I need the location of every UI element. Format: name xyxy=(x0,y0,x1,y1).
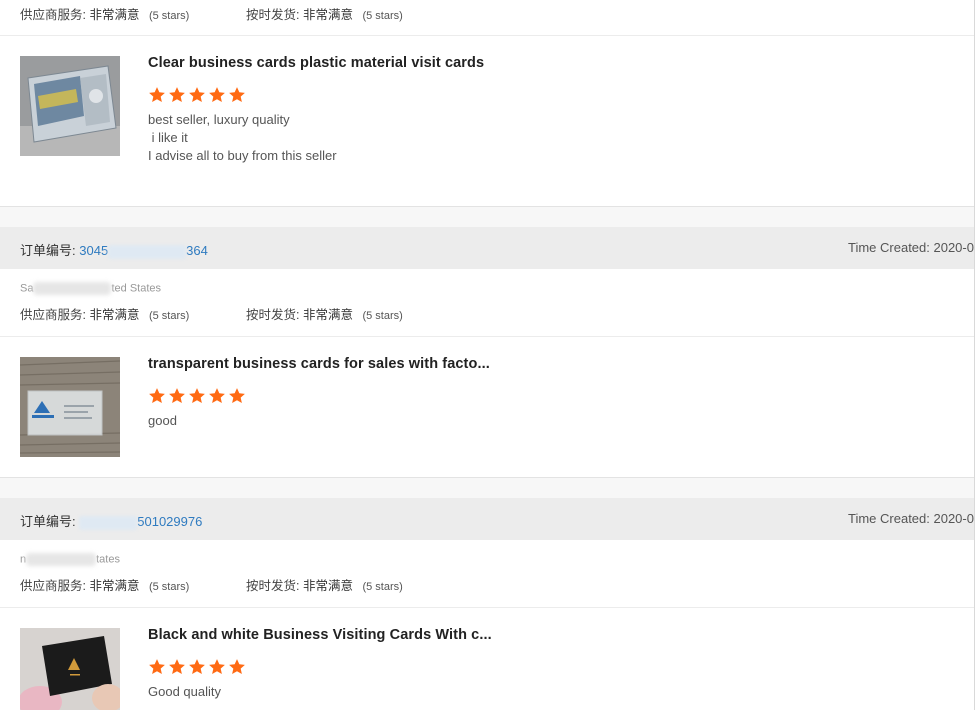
redacted-blur xyxy=(108,244,187,259)
order-header: 订单编号: 501029976 Time Created: 2020-0 xyxy=(0,498,975,540)
supplier-service-label: 供应商服务: xyxy=(20,308,86,322)
star-icon xyxy=(149,87,165,103)
divider xyxy=(0,35,975,36)
supplier-service-stars: (5 stars) xyxy=(148,581,190,593)
order-header: 订单编号: 3045 364 Time Created: 2020-0 xyxy=(0,227,975,269)
divider xyxy=(0,607,975,608)
order-ratings: 供应商服务: 非常满意 (5 stars) 按时发货: 非常满意 (5 star… xyxy=(20,4,403,23)
supplier-service-value: 非常满意 xyxy=(89,308,140,322)
product-thumbnail[interactable] xyxy=(20,357,120,457)
buyer-country-end: ted States xyxy=(111,282,162,295)
redacted-blur xyxy=(33,282,112,295)
order-number-start: 3045 xyxy=(79,243,109,258)
shipping-label: 按时发货: xyxy=(246,308,300,322)
review-text: Good quality xyxy=(148,684,221,699)
supplier-service-stars: (5 stars) xyxy=(148,10,190,22)
star-icon xyxy=(209,87,225,103)
buyer-info: n tates xyxy=(20,553,120,566)
order-number-label: 订单编号: xyxy=(20,514,76,529)
star-icon xyxy=(209,388,225,404)
section-gap xyxy=(0,477,975,498)
supplier-service-stars: (5 stars) xyxy=(148,310,190,322)
buyer-info: Sa ted States xyxy=(20,282,161,295)
order-ratings: 供应商服务: 非常满意 (5 stars) 按时发货: 非常满意 (5 star… xyxy=(20,575,403,594)
section-gap xyxy=(0,206,975,227)
product-title[interactable]: Clear business cards plastic material vi… xyxy=(148,55,484,71)
shipping-rating: 按时发货: 非常满意 (5 stars) xyxy=(246,4,403,23)
star-icon xyxy=(209,659,225,675)
review-text: good xyxy=(148,413,177,428)
star-icon xyxy=(169,388,185,404)
rating-stars xyxy=(148,387,248,405)
star-icon xyxy=(189,659,205,675)
order-number-link[interactable]: 3045 364 xyxy=(79,243,208,259)
star-icon xyxy=(149,659,165,675)
product-image-transparent-card xyxy=(20,357,120,457)
shipping-stars: (5 stars) xyxy=(362,10,403,22)
redacted-blur xyxy=(26,553,97,566)
product-thumbnail[interactable] xyxy=(20,56,120,156)
rating-stars xyxy=(148,658,248,676)
shipping-value: 非常满意 xyxy=(302,579,353,593)
order-number-line: 订单编号: 3045 364 xyxy=(20,240,208,259)
product-title[interactable]: transparent business cards for sales wit… xyxy=(148,356,490,372)
redacted-blur xyxy=(79,515,138,530)
supplier-service-value: 非常满意 xyxy=(89,8,140,22)
review-text: best seller, luxury quality i like it I … xyxy=(148,112,337,163)
star-icon xyxy=(189,87,205,103)
order-number-end: 364 xyxy=(186,243,208,258)
time-created: Time Created: 2020-0 xyxy=(848,240,974,255)
shipping-rating: 按时发货: 非常满意 (5 stars) xyxy=(246,575,403,594)
shipping-stars: (5 stars) xyxy=(362,581,403,593)
product-image-black-card xyxy=(20,628,120,710)
order-ratings: 供应商服务: 非常满意 (5 stars) 按时发货: 非常满意 (5 star… xyxy=(20,304,403,323)
order-number-end: 501029976 xyxy=(137,514,203,529)
order-number-line: 订单编号: 501029976 xyxy=(20,511,202,530)
rating-stars xyxy=(148,86,248,104)
time-created: Time Created: 2020-0 xyxy=(848,511,974,526)
supplier-service-value: 非常满意 xyxy=(89,579,140,593)
buyer-name-start: Sa xyxy=(20,282,34,295)
star-icon xyxy=(229,659,245,675)
shipping-label: 按时发货: xyxy=(246,8,300,22)
order-number-link[interactable]: 501029976 xyxy=(79,514,203,530)
star-icon xyxy=(229,87,245,103)
buyer-country-end: tates xyxy=(96,553,120,566)
shipping-stars: (5 stars) xyxy=(362,310,403,322)
shipping-label: 按时发货: xyxy=(246,579,300,593)
product-image-clear-card xyxy=(20,56,120,156)
supplier-service-label: 供应商服务: xyxy=(20,8,86,22)
supplier-service-label: 供应商服务: xyxy=(20,579,86,593)
star-icon xyxy=(149,388,165,404)
star-icon xyxy=(169,87,185,103)
shipping-rating: 按时发货: 非常满意 (5 stars) xyxy=(246,304,403,323)
star-icon xyxy=(169,659,185,675)
star-icon xyxy=(229,388,245,404)
order-number-label: 订单编号: xyxy=(20,243,76,258)
star-icon xyxy=(189,388,205,404)
divider xyxy=(0,336,975,337)
product-thumbnail[interactable] xyxy=(20,628,120,710)
shipping-value: 非常满意 xyxy=(302,308,353,322)
product-title[interactable]: Black and white Business Visiting Cards … xyxy=(148,627,492,643)
shipping-value: 非常满意 xyxy=(302,8,353,22)
